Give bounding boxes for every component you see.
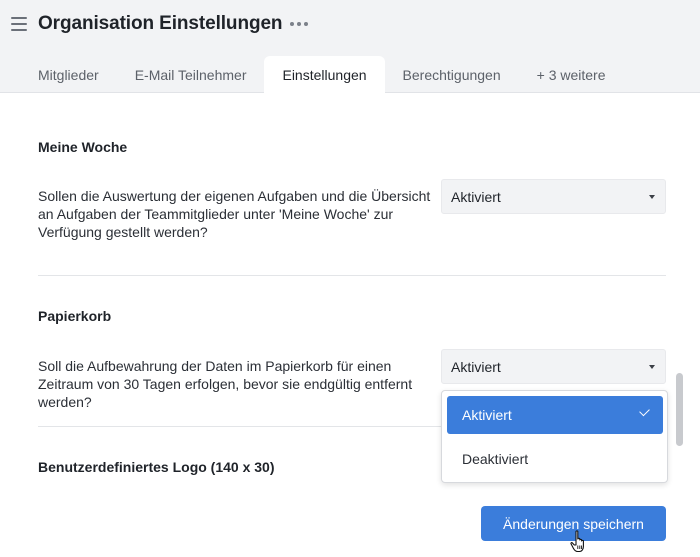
question-papierkorb: Soll die Aufbewahrung der Daten im Papie… — [38, 358, 413, 410]
divider — [38, 275, 666, 276]
dropdown-menu: Aktiviert Deaktiviert — [441, 390, 668, 483]
header: Organisation Einstellungen Mitglieder E-… — [0, 0, 700, 94]
tab-more[interactable]: + 3 weitere — [519, 56, 624, 93]
select-value: Aktiviert — [451, 188, 501, 205]
caret-down-icon — [649, 195, 655, 199]
option-deaktiviert[interactable]: Deaktiviert — [447, 440, 663, 478]
scrollbar[interactable] — [676, 373, 683, 446]
hand-cursor-icon — [570, 530, 584, 553]
section-title-logo: Benutzerdefiniertes Logo (140 x 30) — [38, 459, 275, 475]
tab-einstellungen[interactable]: Einstellungen — [264, 56, 385, 94]
more-horizontal-icon[interactable] — [290, 16, 308, 32]
tab-email-teilnehmer[interactable]: E-Mail Teilnehmer — [117, 56, 265, 93]
tab-berechtigungen[interactable]: Berechtigungen — [385, 56, 519, 93]
select-meine-woche[interactable]: Aktiviert — [441, 179, 666, 214]
question-meine-woche: Sollen die Auswertung der eigenen Aufgab… — [38, 188, 431, 240]
caret-down-icon — [649, 365, 655, 369]
section-title-papierkorb: Papierkorb — [38, 308, 112, 324]
hamburger-icon[interactable] — [11, 17, 27, 31]
check-icon — [639, 405, 650, 417]
option-aktiviert[interactable]: Aktiviert — [447, 396, 663, 434]
tab-bar: Mitglieder E-Mail Teilnehmer Einstellung… — [20, 56, 624, 94]
select-value: Aktiviert — [451, 358, 501, 375]
option-label: Deaktiviert — [462, 451, 529, 467]
page-title: Organisation Einstellungen — [38, 13, 283, 34]
tab-mitglieder[interactable]: Mitglieder — [20, 56, 117, 93]
section-title-meine-woche: Meine Woche — [38, 139, 128, 155]
option-label: Aktiviert — [462, 407, 512, 423]
select-papierkorb[interactable]: Aktiviert — [441, 349, 666, 384]
